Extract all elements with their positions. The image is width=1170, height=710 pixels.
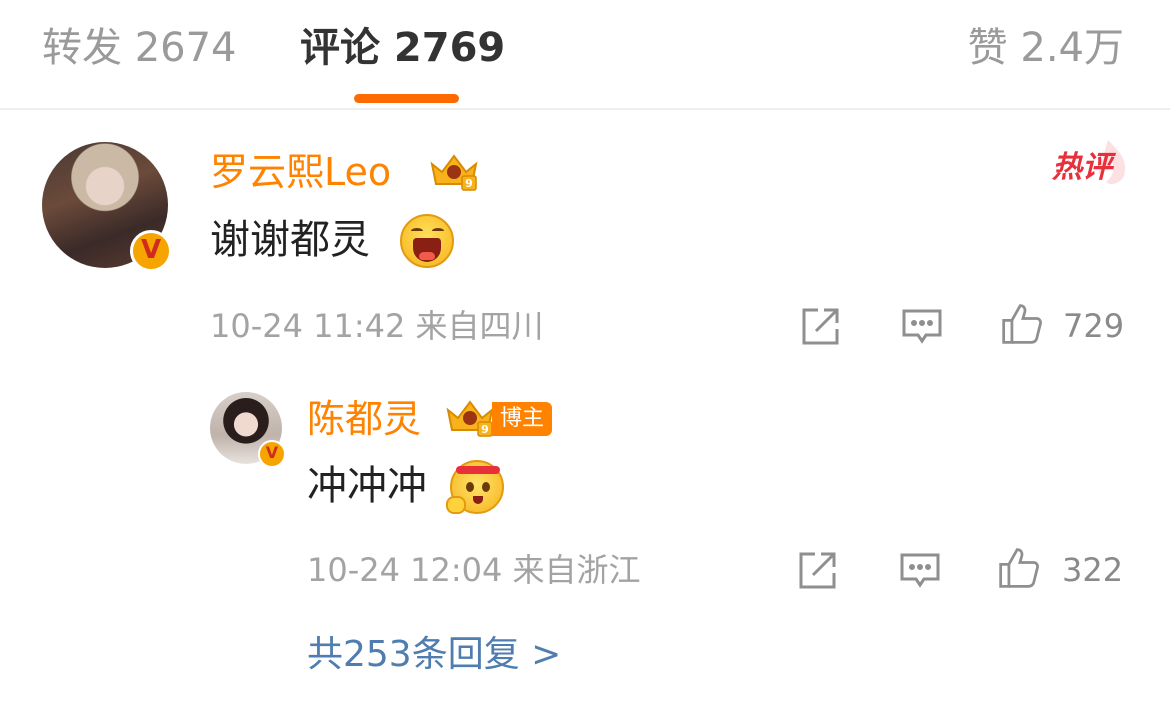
view-more-replies-link[interactable]: 共253条回复 > (307, 632, 561, 678)
comment-meta: 10-24 11:42 来自四川 (210, 307, 544, 345)
tab-forward[interactable]: 转发 2674 (42, 22, 237, 74)
like-thumb-icon[interactable] (997, 546, 1041, 590)
member-crown-icon: 9 (446, 400, 494, 437)
commenter-name[interactable]: 罗云熙Leo (210, 148, 391, 196)
comment-text: 谢谢都灵 (210, 217, 370, 263)
member-crown-icon: 9 (430, 154, 478, 191)
hot-comment-badge: 热评 (1052, 150, 1112, 185)
share-icon[interactable] (795, 549, 839, 593)
tab-comment[interactable]: 评论 2769 (300, 22, 505, 74)
verified-badge-icon: V (258, 440, 286, 468)
like-thumb-icon[interactable] (1000, 302, 1044, 346)
comment-icon[interactable] (898, 549, 942, 593)
cheer-emoji-icon (446, 460, 504, 514)
reply-text: 冲冲冲 (307, 463, 427, 509)
tab-like[interactable]: 赞 2.4万 (968, 22, 1124, 74)
like-count: 322 (1062, 551, 1124, 589)
reply-meta: 10-24 12:04 来自浙江 (307, 551, 641, 589)
svg-text:9: 9 (481, 423, 489, 436)
laughing-emoji-icon (400, 214, 454, 268)
like-count: 729 (1063, 307, 1125, 345)
verified-badge-icon: V (130, 230, 172, 272)
tab-bar: 转发 2674 评论 2769 赞 2.4万 (0, 0, 1170, 110)
replier-name[interactable]: 陈都灵 (307, 395, 421, 443)
comment-icon[interactable] (900, 305, 944, 349)
share-icon[interactable] (798, 305, 842, 349)
blogger-tag-badge: 博主 (492, 402, 553, 436)
active-tab-indicator (354, 94, 459, 103)
svg-text:9: 9 (465, 177, 473, 190)
